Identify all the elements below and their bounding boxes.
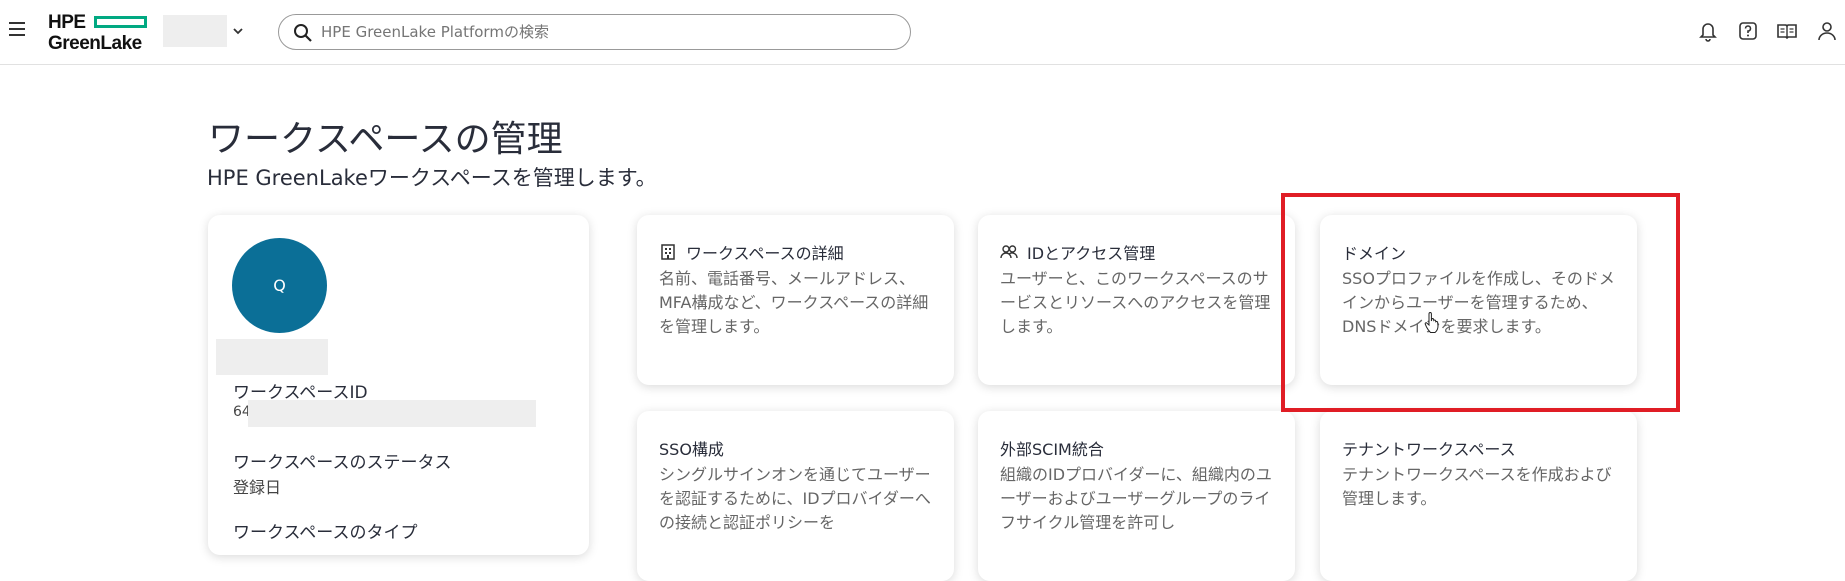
tile-sso-configuration[interactable]: SSO構成 シングルサインオンを通じてユーザーを認証するために、IDプロバイダー… xyxy=(637,411,954,581)
users-icon xyxy=(1000,245,1018,259)
user-icon[interactable] xyxy=(1816,20,1838,42)
tile-title-text: IDとアクセス管理 xyxy=(1027,244,1156,263)
chevron-down-icon xyxy=(233,28,243,35)
tile-title: 外部SCIM統合 xyxy=(1000,436,1104,460)
tile-title: ワークスペースの詳細 xyxy=(659,240,844,264)
tile-title-text: 外部SCIM統合 xyxy=(1000,440,1104,459)
workspace-avatar: Q xyxy=(232,238,327,333)
workspace-profile-card: Q ワークスペースID 64 ワークスペースのステータス 登録日 ワークスペース… xyxy=(208,215,589,555)
highlight-box xyxy=(1281,193,1680,412)
search-icon xyxy=(294,24,312,42)
docs-icon[interactable] xyxy=(1776,20,1798,42)
tile-external-scim[interactable]: 外部SCIM統合 組織のIDプロバイダーに、組織内のユーザーおよびユーザーグルー… xyxy=(978,411,1295,581)
logo-hpe-text: HPE xyxy=(48,12,86,33)
tile-identity-access[interactable]: IDとアクセス管理 ユーザーと、このワークスペースのサービスとリソースへのアクセ… xyxy=(978,215,1295,385)
workspace-type-label: ワークスペースのタイプ xyxy=(233,523,418,543)
tile-title-text: SSO構成 xyxy=(659,440,724,459)
tile-tenant-workspaces[interactable]: テナントワークスペース テナントワークスペースを作成および管理します。 xyxy=(1320,411,1637,581)
workspace-selector[interactable] xyxy=(163,15,248,47)
bell-icon[interactable] xyxy=(1697,20,1719,42)
page-title: ワークスペースの管理 xyxy=(208,119,563,160)
workspace-id-redacted xyxy=(248,400,536,427)
tile-workspace-details[interactable]: ワークスペースの詳細 名前、電話番号、メールアドレス、MFA構成など、ワークスペ… xyxy=(637,215,954,385)
hand-cursor-icon xyxy=(1424,312,1439,333)
search-bar[interactable] xyxy=(278,14,911,50)
workspace-name-redacted xyxy=(216,339,328,375)
logo-green-bar xyxy=(94,16,147,28)
tile-description: ユーザーと、このワークスペースのサービスとリソースへのアクセスを管理します。 xyxy=(1000,269,1271,336)
tile-description: 名前、電話番号、メールアドレス、MFA構成など、ワークスペースの詳細を管理します… xyxy=(659,269,929,336)
workspace-status-label: ワークスペースのステータス xyxy=(233,453,452,473)
help-icon[interactable] xyxy=(1737,20,1759,42)
tile-title: テナントワークスペース xyxy=(1342,436,1516,460)
tile-description: 組織のIDプロバイダーに、組織内のユーザーおよびユーザーグループのライフサイクル… xyxy=(1000,465,1272,532)
logo-greenlake-text: GreenLake xyxy=(48,33,142,54)
tile-description: テナントワークスペースを作成および管理します。 xyxy=(1342,465,1612,508)
tile-title-text: テナントワークスペース xyxy=(1342,440,1516,459)
tile-title: IDとアクセス管理 xyxy=(1000,240,1155,264)
workspace-status-value: 登録日 xyxy=(233,478,282,497)
hpe-greenlake-logo[interactable]: HPE GreenLake xyxy=(48,13,156,53)
hamburger-icon[interactable] xyxy=(9,22,25,36)
building-icon xyxy=(661,244,675,260)
tile-title-text: ワークスペースの詳細 xyxy=(686,244,844,263)
workspace-name-redacted xyxy=(163,15,227,47)
tile-title: SSO構成 xyxy=(659,436,724,460)
top-bar: HPE GreenLake xyxy=(0,0,1845,65)
page-subtitle: HPE GreenLakeワークスペースを管理します。 xyxy=(207,166,657,190)
search-input[interactable] xyxy=(321,19,891,45)
tile-description: シングルサインオンを通じてユーザーを認証するために、IDプロバイダーへの接続と認… xyxy=(659,465,931,532)
